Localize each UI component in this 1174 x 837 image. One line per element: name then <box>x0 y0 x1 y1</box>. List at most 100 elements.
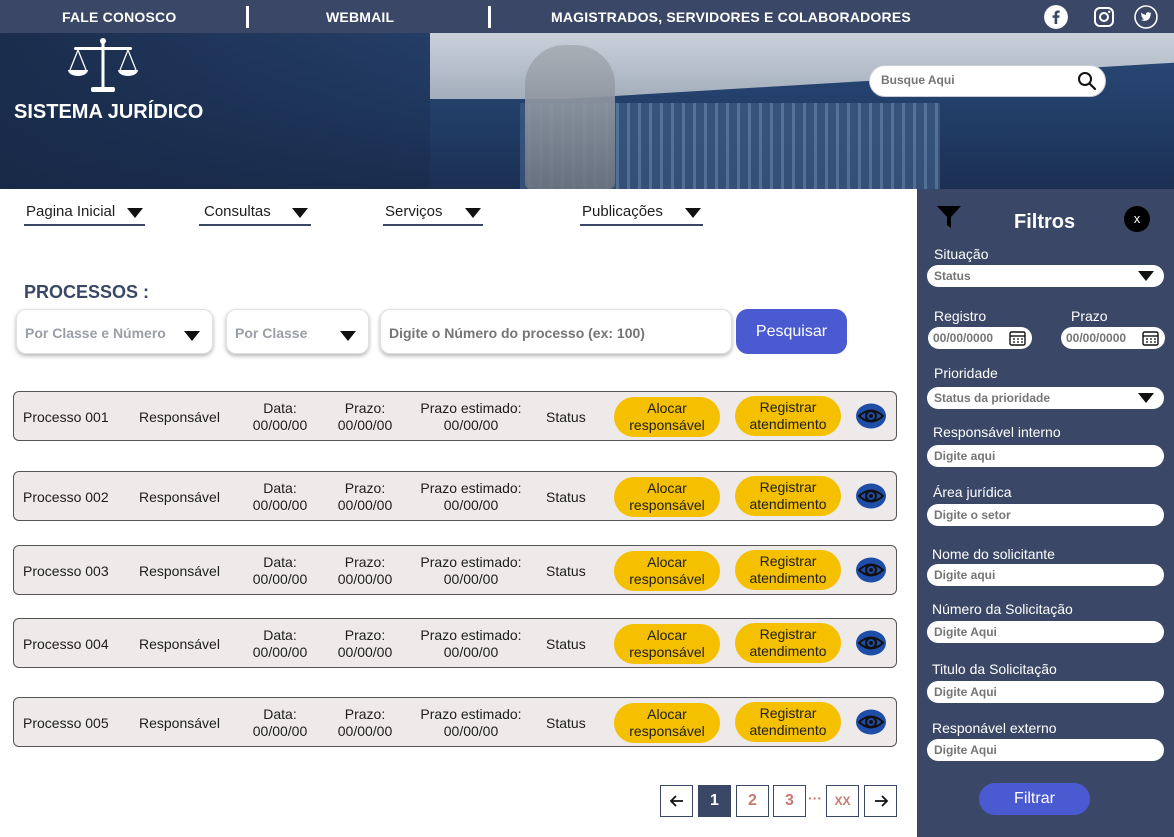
facebook-icon[interactable] <box>1044 5 1068 29</box>
register-service-button[interactable]: Registrar atendimento <box>735 476 841 516</box>
register-service-button[interactable]: Registrar atendimento <box>735 396 841 436</box>
select-value: Por Classe <box>235 325 308 341</box>
process-responsible: Responsável <box>139 636 220 652</box>
scales-of-justice-icon <box>68 38 138 92</box>
estimated-label: Prazo estimado: <box>420 706 522 722</box>
allocate-responsible-button[interactable]: Alocar responsável <box>614 397 720 437</box>
view-eye-icon[interactable] <box>855 708 887 736</box>
page-3-button[interactable]: 3 <box>773 785 806 817</box>
request-number-field[interactable] <box>927 621 1164 643</box>
nav-consultas[interactable]: Consultas <box>199 202 311 226</box>
page-1-button[interactable]: 1 <box>698 785 731 817</box>
nav-publicacoes[interactable]: Publicações <box>580 202 703 226</box>
requester-input[interactable] <box>934 568 1134 582</box>
webmail-link[interactable]: WEBMAIL <box>326 9 394 25</box>
register-service-button[interactable]: Registrar atendimento <box>735 550 841 590</box>
filters-title: Filtros <box>1014 211 1076 233</box>
last-page-button[interactable]: XX <box>826 785 859 817</box>
process-responsible: Responsável <box>139 409 220 425</box>
register-service-button[interactable]: Registrar atendimento <box>735 623 841 663</box>
allocate-responsible-button[interactable]: Alocar responsável <box>614 551 720 591</box>
deadline-label: Prazo: <box>344 554 386 570</box>
calendar-icon[interactable] <box>1142 330 1159 346</box>
register-label-1: Registrar <box>759 553 817 569</box>
instagram-icon[interactable] <box>1092 5 1116 29</box>
process-date: Data: 00/00/00 <box>249 480 311 514</box>
next-page-button[interactable] <box>864 785 897 817</box>
nav-home[interactable]: Pagina Inicial <box>24 202 145 226</box>
contact-link[interactable]: FALE CONOSCO <box>62 9 176 25</box>
search-icon[interactable] <box>1077 71 1097 91</box>
site-search[interactable] <box>869 65 1106 97</box>
date-value: 00/00/00 <box>252 723 308 739</box>
external-responsible-input[interactable] <box>934 743 1134 757</box>
prazo-date-input[interactable] <box>1066 331 1136 345</box>
chevron-down-icon <box>685 208 701 218</box>
allocate-responsible-button[interactable]: Alocar responsável <box>614 703 720 743</box>
allocate-responsible-button[interactable]: Alocar responsável <box>614 624 720 664</box>
legal-area-input[interactable] <box>934 508 1134 522</box>
search-button[interactable]: Pesquisar <box>736 309 847 354</box>
table-row: Processo 002 Responsável Data: 00/00/00 Praz… <box>13 471 897 521</box>
table-row: Processo 003 Responsável Data: 00/00/00 Praz… <box>13 545 897 595</box>
date-label: Data: <box>263 627 297 643</box>
situation-value[interactable] <box>934 269 1134 283</box>
register-label-2: atendimento <box>749 570 827 586</box>
external-responsible-field[interactable] <box>927 739 1164 761</box>
divider <box>488 6 491 28</box>
view-eye-icon[interactable] <box>855 629 887 657</box>
prazo-label: Prazo <box>1071 308 1108 324</box>
view-eye-icon[interactable] <box>855 482 887 510</box>
class-select[interactable]: Por Classe <box>226 309 369 354</box>
deadline-label: Prazo: <box>344 706 386 722</box>
register-service-button[interactable]: Registrar atendimento <box>735 702 841 742</box>
estimated-value: 00/00/00 <box>443 497 499 513</box>
situation-select[interactable] <box>927 265 1164 287</box>
chevron-down-icon <box>1138 393 1154 403</box>
prazo-date-field[interactable] <box>1061 327 1165 349</box>
prev-page-button[interactable] <box>660 785 693 817</box>
internal-responsible-input[interactable] <box>934 449 1134 463</box>
view-eye-icon[interactable] <box>855 402 887 430</box>
legal-area-field[interactable] <box>927 504 1164 526</box>
staff-link[interactable]: MAGISTRADOS, SERVIDORES E COLABORADORES <box>551 9 911 25</box>
process-estimated: Prazo estimado: 00/00/00 <box>415 480 527 514</box>
deadline-value: 00/00/00 <box>337 417 393 433</box>
process-number-input[interactable] <box>389 325 719 341</box>
filter-button[interactable]: Filtrar <box>979 783 1090 815</box>
allocate-label-2: responsável <box>629 417 705 433</box>
chevron-down-icon <box>127 208 143 218</box>
calendar-icon[interactable] <box>1009 330 1026 346</box>
process-status: Status <box>546 636 586 652</box>
registro-date-input[interactable] <box>933 331 1003 345</box>
allocate-label-2: responsável <box>629 497 705 513</box>
deadline-value: 00/00/00 <box>337 723 393 739</box>
arrow-right-icon <box>874 795 888 807</box>
registro-label: Registro <box>934 308 987 324</box>
process-estimated: Prazo estimado: 00/00/00 <box>415 706 527 740</box>
nav-servicos[interactable]: Serviços <box>383 202 483 226</box>
class-number-select[interactable]: Por Classe e Número <box>16 309 213 354</box>
process-date: Data: 00/00/00 <box>249 627 311 661</box>
site-search-input[interactable] <box>881 73 1071 87</box>
process-status: Status <box>546 715 586 731</box>
external-responsible-label: Responável externo <box>932 720 1057 736</box>
requester-field[interactable] <box>927 564 1164 586</box>
request-number-input[interactable] <box>934 625 1134 639</box>
request-title-input[interactable] <box>934 685 1134 699</box>
priority-value[interactable] <box>934 391 1134 405</box>
process-deadline: Prazo: 00/00/00 <box>334 480 396 514</box>
view-eye-icon[interactable] <box>855 556 887 584</box>
internal-responsible-field[interactable] <box>927 445 1164 467</box>
page-2-button[interactable]: 2 <box>736 785 769 817</box>
process-name: Processo 004 <box>23 636 109 652</box>
process-number-field[interactable] <box>380 309 732 354</box>
registro-date-field[interactable] <box>928 327 1032 349</box>
allocate-responsible-button[interactable]: Alocar responsável <box>614 477 720 517</box>
twitter-icon[interactable] <box>1134 5 1158 29</box>
request-title-field[interactable] <box>927 681 1164 703</box>
close-icon[interactable]: x <box>1124 206 1150 232</box>
date-label: Data: <box>263 706 297 722</box>
priority-select[interactable] <box>927 387 1164 409</box>
deadline-label: Prazo: <box>344 627 386 643</box>
